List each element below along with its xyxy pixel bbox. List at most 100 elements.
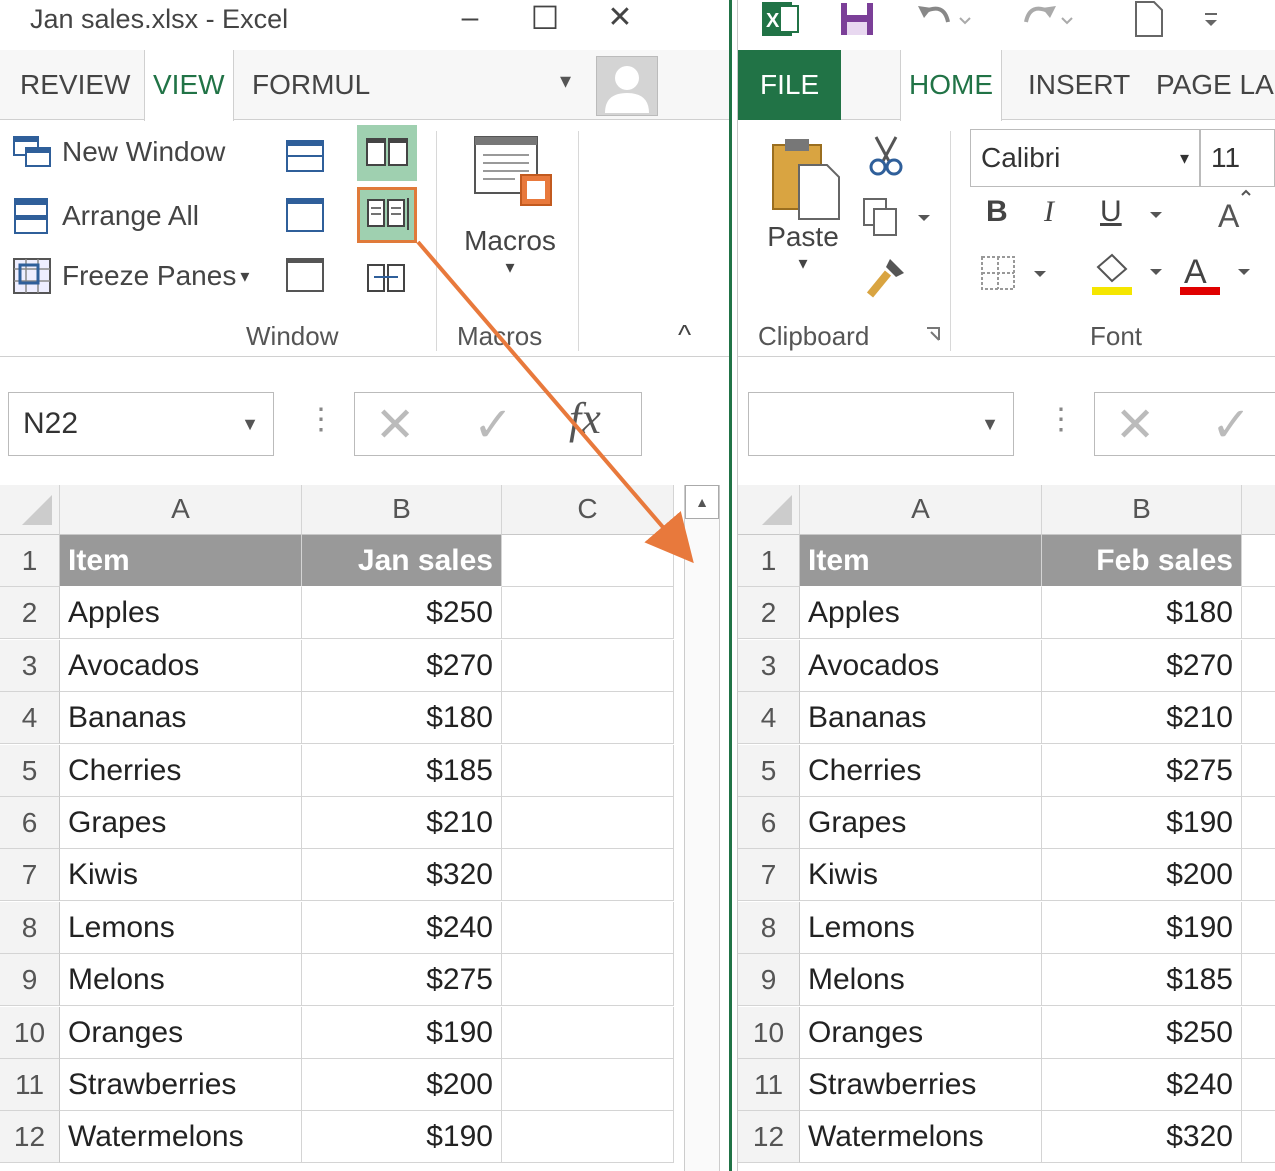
cell-item[interactable]: Avocados [60, 639, 302, 692]
cell-sales[interactable]: $240 [1042, 1059, 1242, 1111]
cell-sales[interactable]: $275 [1042, 744, 1242, 797]
cell-empty[interactable] [502, 535, 674, 587]
cell-empty[interactable] [1242, 1111, 1275, 1164]
row-header[interactable]: 8 [738, 901, 800, 954]
header-cell-item[interactable]: Item [800, 535, 1042, 587]
cell-sales[interactable]: $190 [1042, 797, 1242, 849]
cell-empty[interactable] [1242, 640, 1275, 692]
cell-empty[interactable] [502, 849, 674, 902]
cell-empty[interactable] [502, 1059, 674, 1111]
cell-sales[interactable]: $180 [302, 692, 502, 745]
row-header[interactable]: 5 [738, 744, 800, 797]
cell-sales[interactable]: $185 [302, 744, 502, 797]
font-color-button[interactable]: A [1178, 249, 1268, 299]
unhide-button[interactable] [285, 257, 325, 293]
cell-empty[interactable] [1242, 745, 1275, 797]
cell-item[interactable]: Grapes [800, 797, 1042, 849]
cell-item[interactable]: Kiwis [60, 849, 302, 902]
underline-button[interactable]: U [1100, 195, 1122, 229]
cell-item[interactable]: Melons [60, 954, 302, 1007]
cell-empty[interactable] [1242, 797, 1275, 849]
row-header[interactable]: 10 [0, 1006, 60, 1059]
cell-item[interactable]: Oranges [60, 1006, 302, 1059]
cell-sales[interactable]: $270 [302, 639, 502, 692]
row-header[interactable]: 4 [738, 692, 800, 745]
borders-button[interactable] [978, 253, 1058, 297]
cell-sales[interactable]: $270 [1042, 639, 1242, 692]
restore-button[interactable]: ☐ [525, 0, 565, 36]
row-header[interactable]: 2 [0, 587, 60, 640]
tab-home[interactable]: HOME [900, 50, 1002, 122]
cell-item[interactable]: Cherries [60, 744, 302, 797]
cell-item[interactable]: Strawberries [800, 1059, 1042, 1111]
cell-item[interactable]: Kiwis [800, 849, 1042, 902]
cell-sales[interactable]: $320 [302, 849, 502, 902]
column-header-c[interactable]: C [502, 485, 674, 535]
cell-empty[interactable] [502, 954, 674, 1007]
cell-empty[interactable] [502, 1111, 674, 1164]
view-side-by-side-button[interactable] [357, 125, 417, 181]
cell-sales[interactable]: $190 [302, 1111, 502, 1164]
row-header[interactable]: 12 [738, 1111, 800, 1164]
save-button[interactable] [838, 0, 878, 38]
cell-sales[interactable]: $200 [302, 1059, 502, 1111]
tab-view[interactable]: VIEW [144, 50, 234, 122]
cell-empty[interactable] [1242, 587, 1275, 640]
header-cell-sales[interactable]: Feb sales [1042, 535, 1242, 587]
reset-window-position-button[interactable] [362, 259, 412, 299]
cell-item[interactable]: Grapes [60, 797, 302, 849]
tab-review[interactable]: REVIEW [12, 50, 138, 120]
cell-item[interactable]: Bananas [800, 692, 1042, 745]
font-name-dropdown-icon[interactable]: ▾ [1180, 130, 1189, 186]
cell-empty[interactable] [502, 639, 674, 692]
select-all-corner[interactable] [0, 485, 60, 535]
cancel-icon[interactable]: ✕ [375, 397, 415, 453]
new-file-button[interactable] [1128, 0, 1168, 38]
split-button[interactable] [285, 139, 325, 173]
cell-sales[interactable]: $275 [302, 954, 502, 1007]
enter-icon[interactable]: ✓ [1211, 397, 1251, 453]
scroll-up-button[interactable]: ▲ [685, 485, 719, 519]
row-header[interactable]: 9 [0, 954, 60, 1007]
tab-overflow-dropdown[interactable]: ▾ [560, 68, 571, 94]
cell-sales[interactable]: $180 [1042, 587, 1242, 640]
select-all-corner[interactable] [738, 485, 800, 535]
copy-button[interactable] [860, 195, 940, 239]
customize-toolbar-button[interactable] [1196, 0, 1226, 38]
cell-empty[interactable] [502, 901, 674, 954]
name-box-dropdown-icon[interactable]: ▼ [981, 393, 999, 455]
bold-button[interactable]: B [986, 195, 1008, 229]
cell-sales[interactable]: $190 [302, 1006, 502, 1059]
cell-item[interactable]: Cherries [800, 744, 1042, 797]
cell-empty[interactable] [1242, 849, 1275, 902]
new-window-button[interactable]: New Window [12, 135, 225, 169]
row-header[interactable]: 8 [0, 901, 60, 954]
cell-empty[interactable] [1242, 954, 1275, 1007]
name-box[interactable]: ▼ [748, 392, 1014, 456]
cell-sales[interactable]: $320 [1042, 1111, 1242, 1164]
row-header[interactable]: 6 [0, 797, 60, 849]
cell-empty[interactable] [1242, 1007, 1275, 1059]
paste-button[interactable]: Paste ▾ [758, 135, 848, 305]
cell-empty[interactable] [502, 797, 674, 849]
macros-button[interactable]: Macros ▾ [455, 131, 565, 311]
name-box[interactable]: N22 ▼ [8, 392, 274, 456]
cell-empty[interactable] [1242, 535, 1275, 587]
cell-empty[interactable] [502, 587, 674, 640]
redo-button[interactable] [1016, 0, 1076, 38]
cell-sales[interactable]: $210 [302, 797, 502, 849]
cancel-icon[interactable]: ✕ [1115, 397, 1155, 453]
cell-item[interactable]: Avocados [800, 639, 1042, 692]
minimize-button[interactable]: – [450, 0, 490, 36]
header-cell-item[interactable]: Item [60, 535, 302, 587]
tab-page-layout[interactable]: PAGE LA [1148, 50, 1275, 120]
row-header[interactable]: 2 [738, 587, 800, 640]
cell-item[interactable]: Melons [800, 954, 1042, 1007]
cell-empty[interactable] [502, 744, 674, 797]
synchronous-scrolling-button[interactable] [357, 187, 417, 243]
format-painter-button[interactable] [864, 255, 908, 299]
cell-empty[interactable] [1242, 1059, 1275, 1111]
cell-sales[interactable]: $250 [1042, 1006, 1242, 1059]
row-header[interactable]: 6 [738, 797, 800, 849]
row-header[interactable]: 7 [0, 849, 60, 902]
